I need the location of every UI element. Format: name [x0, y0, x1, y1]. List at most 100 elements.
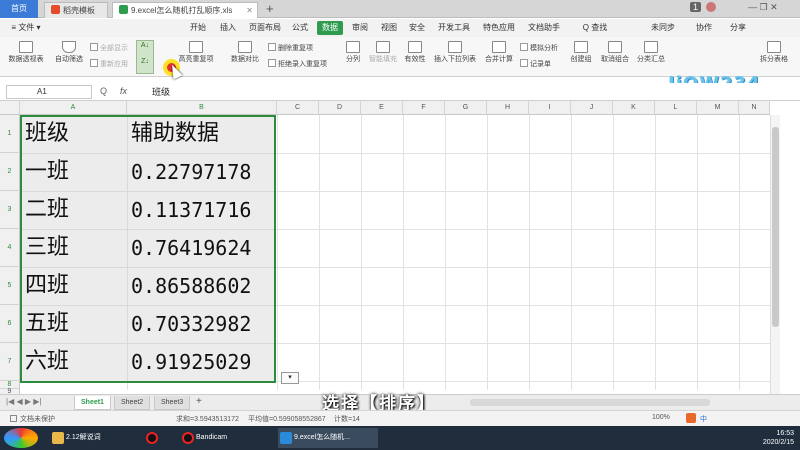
col-header[interactable]: M	[697, 101, 739, 115]
menu-formula[interactable]: 公式	[288, 21, 312, 35]
col-header[interactable]: N	[739, 101, 770, 115]
col-header[interactable]: E	[361, 101, 403, 115]
taskbar-recorder[interactable]	[144, 428, 174, 448]
menu-page-layout[interactable]: 页面布局	[246, 21, 284, 35]
menu-doc-assistant[interactable]: 文档助手	[525, 21, 563, 35]
highlight-duplicates-button[interactable]: 高亮重复项	[176, 41, 216, 64]
menu-features[interactable]: 特色应用	[480, 21, 518, 35]
data-compare-button[interactable]: 数据对比	[226, 41, 264, 64]
search-box[interactable]: Q 查找	[578, 21, 612, 35]
delete-duplicates-button[interactable]: 删除重复项	[268, 43, 313, 53]
tab-template[interactable]: 稻壳模板	[44, 2, 108, 18]
col-header[interactable]: A	[20, 101, 127, 115]
sort-buttons[interactable]: A↓ Z↓	[136, 40, 154, 74]
menu-dev-tools[interactable]: 开发工具	[435, 21, 473, 35]
taskbar-folder[interactable]: 2.12解说词	[50, 428, 130, 448]
show-all-button[interactable]: 全部显示	[90, 43, 128, 53]
doc-protect-status[interactable]: 文档未保护	[10, 414, 55, 424]
spreadsheet-grid[interactable]: A B C D E F G H I J K L M N 1 2 3 4 5 6 …	[0, 101, 800, 394]
reapply-button[interactable]: 重新应用	[90, 59, 128, 69]
sort-ascending-icon[interactable]: A↓	[137, 41, 153, 51]
autofilter-button[interactable]: 自动筛选	[52, 41, 86, 64]
cell-a1[interactable]: 班级	[22, 117, 126, 151]
name-box[interactable]: A1	[6, 85, 92, 99]
cell-a7[interactable]: 六班	[22, 345, 126, 379]
zoom-level[interactable]: 100%	[652, 414, 670, 421]
cell-a4[interactable]: 三班	[22, 231, 126, 265]
col-header[interactable]: D	[319, 101, 361, 115]
smart-fill-button[interactable]: 智能填充	[368, 41, 398, 64]
new-tab-button[interactable]: +	[266, 1, 274, 16]
reject-duplicates-button[interactable]: 拒绝录入重复项	[268, 59, 327, 69]
close-icon[interactable]: ✕	[246, 3, 253, 19]
cell-b6[interactable]: 0.70332982	[128, 307, 276, 341]
ime-lang[interactable]: 中	[700, 414, 707, 424]
record-form-button[interactable]: 记录单	[520, 59, 551, 69]
cell-a2[interactable]: 一班	[22, 155, 126, 189]
tab-file[interactable]: 9.excel怎么随机打乱顺序.xls ✕	[112, 2, 258, 18]
start-button-icon[interactable]	[4, 428, 38, 448]
cell-b3[interactable]: 0.11371716	[128, 193, 276, 227]
row-header[interactable]: 2	[0, 153, 20, 191]
col-header[interactable]: B	[127, 101, 277, 115]
cell-a5[interactable]: 四班	[22, 269, 126, 303]
taskbar-bandicam[interactable]: Bandicam	[180, 428, 266, 448]
split-table-button[interactable]: 拆分表格	[752, 41, 796, 64]
sheet-tab-1[interactable]: Sheet1	[74, 396, 111, 410]
window-controls[interactable]: — ❐ ✕	[748, 2, 778, 13]
validity-button[interactable]: 有效性	[400, 41, 430, 64]
select-all-corner[interactable]	[0, 101, 20, 115]
sort-descending-icon[interactable]: Z↓	[137, 57, 153, 67]
sheet-tab-2[interactable]: Sheet2	[114, 396, 151, 410]
avatar[interactable]	[706, 2, 716, 12]
cell-b4[interactable]: 0.76419624	[128, 231, 276, 265]
row-header[interactable]: 1	[0, 115, 20, 153]
col-header[interactable]: C	[277, 101, 319, 115]
row-header[interactable]: 6	[0, 305, 20, 343]
share-button[interactable]: 分享	[724, 21, 752, 35]
cell-b1[interactable]: 辅助数据	[128, 117, 276, 151]
col-header[interactable]: F	[403, 101, 445, 115]
formula-content[interactable]: 班级	[152, 85, 170, 98]
dropdown-list-button[interactable]: 插入下拉列表	[432, 41, 478, 64]
ime-icon[interactable]	[686, 413, 696, 423]
col-header[interactable]: K	[613, 101, 655, 115]
split-column-button[interactable]: 分列	[340, 41, 366, 64]
consolidate-button[interactable]: 合并计算	[482, 41, 516, 64]
simulate-analysis-button[interactable]: 模拟分析	[520, 43, 558, 53]
menu-insert[interactable]: 插入	[216, 21, 240, 35]
row-header[interactable]: 5	[0, 267, 20, 305]
notification-badge[interactable]: 1	[690, 2, 702, 12]
row-header[interactable]: 7	[0, 343, 20, 381]
zoom-formula-icon[interactable]: Q	[100, 86, 107, 96]
horizontal-scrollbar[interactable]	[470, 399, 710, 406]
cell-a6[interactable]: 五班	[22, 307, 126, 341]
system-clock[interactable]: 16:53 2020/2/15	[763, 429, 794, 447]
create-group-button[interactable]: 创建组	[566, 41, 596, 64]
collab-button[interactable]: 协作	[690, 21, 718, 35]
sheet-tab-3[interactable]: Sheet3	[154, 396, 191, 410]
sync-status[interactable]: 未同步	[646, 21, 680, 35]
menu-data[interactable]: 数据	[317, 21, 343, 35]
row-header[interactable]: 3	[0, 191, 20, 229]
cell-b7[interactable]: 0.91925029	[128, 345, 276, 379]
col-header[interactable]: G	[445, 101, 487, 115]
vertical-scrollbar[interactable]	[770, 115, 780, 394]
row-header[interactable]: 4	[0, 229, 20, 267]
tab-home[interactable]: 首页	[0, 0, 38, 18]
menu-security[interactable]: 安全	[405, 21, 429, 35]
col-header[interactable]: I	[529, 101, 571, 115]
paste-options-icon[interactable]: ▾	[281, 372, 299, 384]
menu-home[interactable]: 开始	[184, 21, 212, 35]
add-sheet-button[interactable]: +	[196, 396, 202, 407]
fx-icon[interactable]: fx	[120, 86, 127, 96]
cell-b5[interactable]: 0.86588602	[128, 269, 276, 303]
file-menu[interactable]: ≡ 文件 ▾	[4, 21, 48, 35]
subtotal-button[interactable]: 分类汇总	[634, 41, 668, 64]
ungroup-button[interactable]: 取消组合	[598, 41, 632, 64]
scrollbar-thumb[interactable]	[772, 127, 779, 327]
taskbar-excel[interactable]: 9.excel怎么随机...	[278, 428, 378, 448]
col-header[interactable]: L	[655, 101, 697, 115]
cell-b2[interactable]: 0.22797178	[128, 155, 276, 189]
col-header[interactable]: J	[571, 101, 613, 115]
